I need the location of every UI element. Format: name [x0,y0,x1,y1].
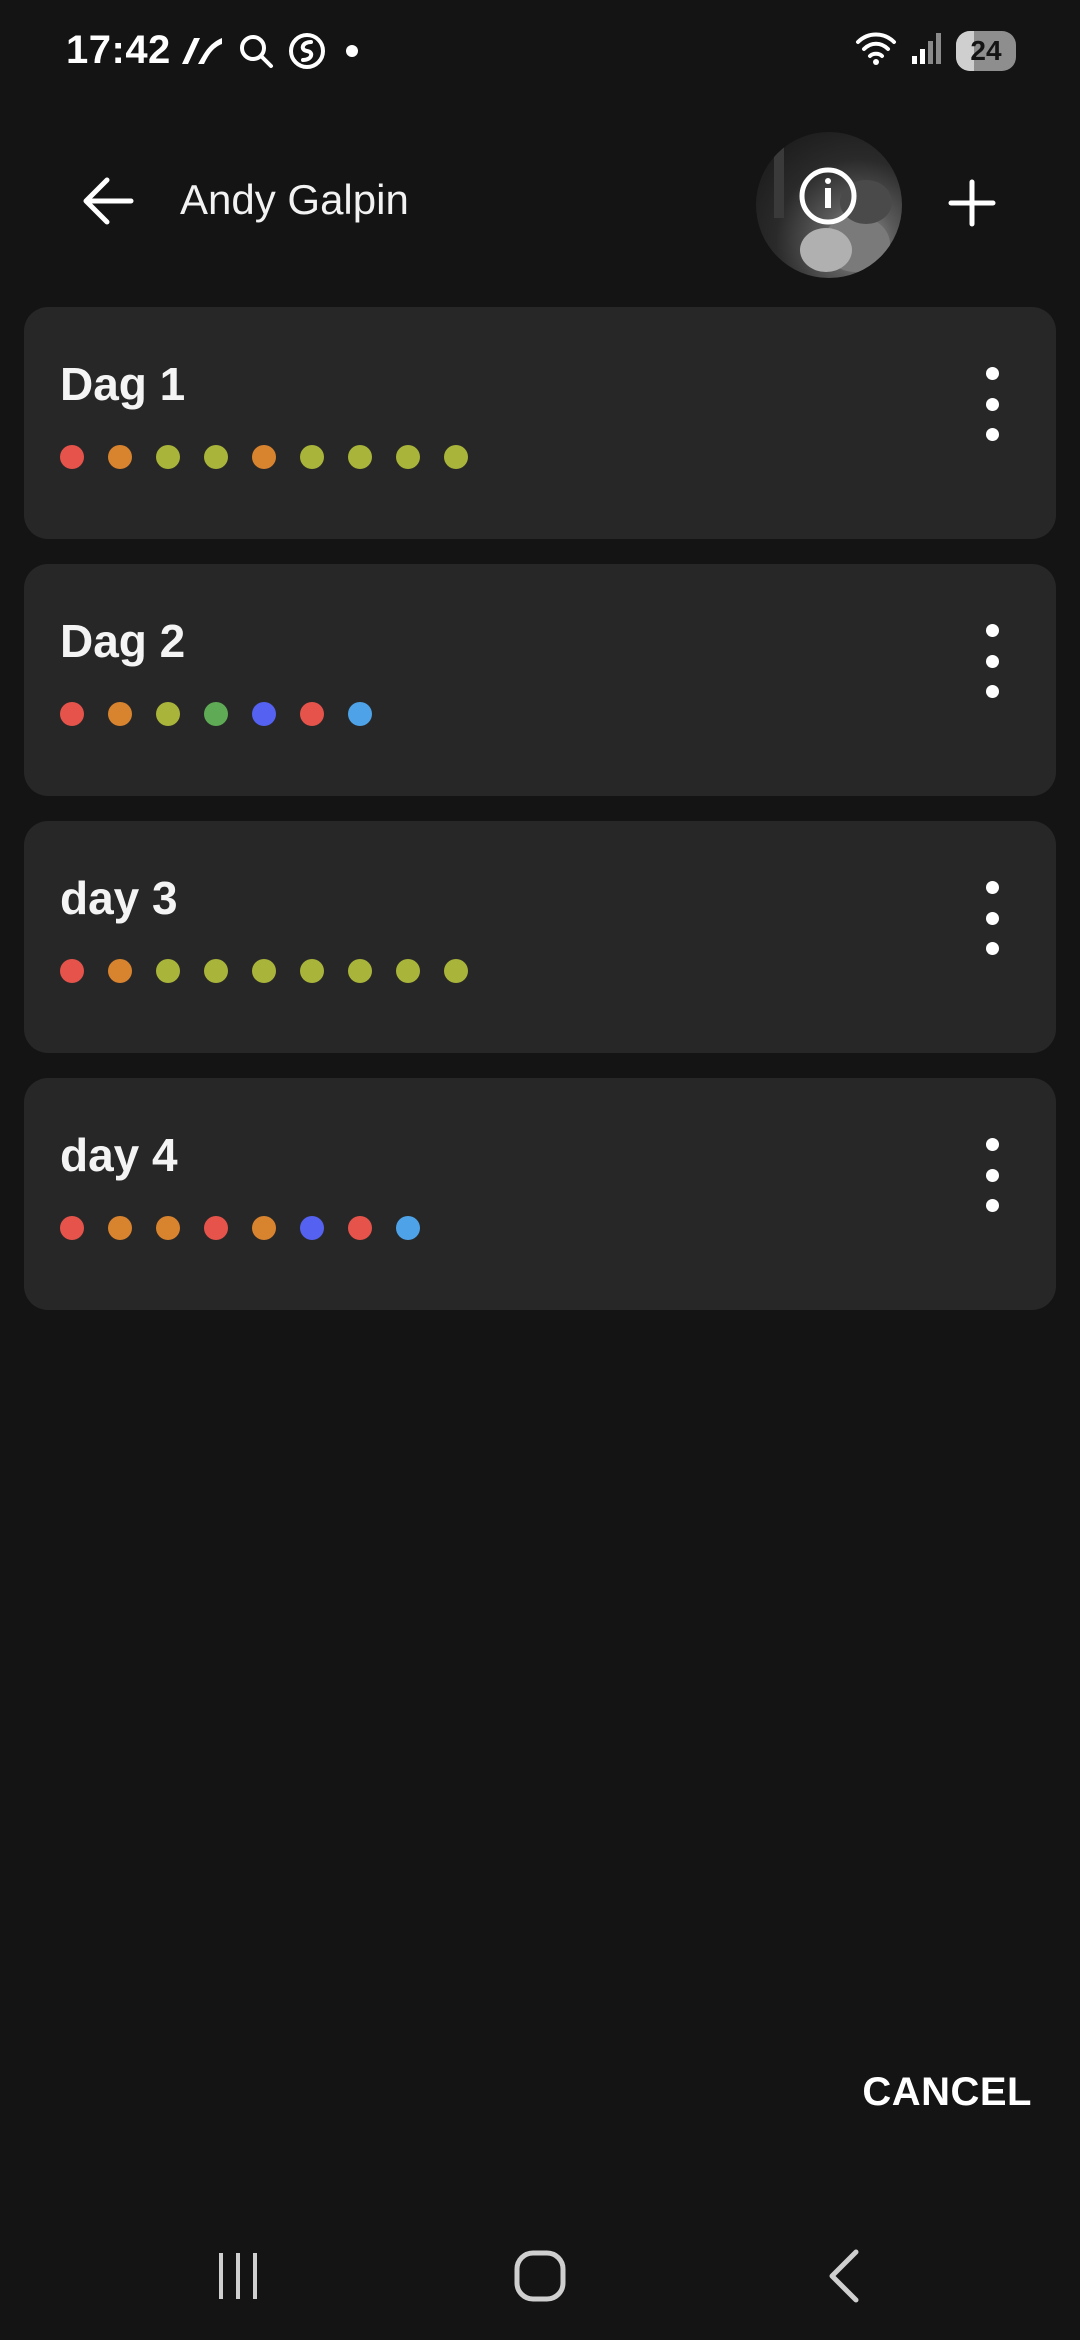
exercise-dot [60,1216,84,1240]
page-title: Andy Galpin [180,176,409,223]
exercise-dot [156,959,180,983]
exercise-dot [348,445,372,469]
more-options-button[interactable] [972,881,1012,955]
battery-level: 24 [970,34,1002,66]
battery-icon: 24 [956,30,1016,71]
notification-dot-icon [340,39,364,68]
more-options-button[interactable] [972,367,1012,441]
arrow-left-icon [81,174,135,233]
recents-button[interactable] [188,2238,288,2318]
exercise-dot [204,702,228,726]
exercise-dot [156,702,180,726]
exercise-dot [156,445,180,469]
exercise-dot [348,702,372,726]
exercise-dot [396,445,420,469]
recents-icon [213,2251,263,2306]
kebab-menu-icon [985,624,999,637]
workout-title: Dag 1 [60,358,186,410]
exercise-dots [60,702,372,726]
exercise-dot [204,445,228,469]
exercise-dot [348,959,372,983]
exercise-dot [60,959,84,983]
exercise-dot [300,959,324,983]
search-status-icon [238,33,274,74]
exercise-dot [300,702,324,726]
home-icon [513,2249,567,2308]
plus-icon [947,178,997,233]
exercise-dot [252,959,276,983]
avatar[interactable] [756,132,902,278]
exercise-dot [300,445,324,469]
exercise-dot [60,445,84,469]
exercise-dot [252,445,276,469]
exercise-dot [108,702,132,726]
kettlebell-photo [774,138,892,272]
exercise-dots [60,959,468,983]
status-icons-right: 24 [854,30,1016,71]
exercise-dot [300,1216,324,1240]
workout-title: day 4 [60,1129,178,1181]
exercise-dot [252,702,276,726]
exercise-dot [204,959,228,983]
system-nav-bar [0,2220,1080,2340]
status-icons-left [180,32,364,75]
exercise-dot [396,959,420,983]
wifi-icon [854,30,898,71]
exercise-dot [156,1216,180,1240]
status-time: 17:42 [66,28,171,72]
tidal-icon [180,34,224,73]
kebab-menu-icon [985,367,999,380]
exercise-dot [444,959,468,983]
workout-card[interactable]: day 4 [24,1078,1056,1310]
workout-card[interactable]: Dag 2 [24,564,1056,796]
kebab-menu-icon [985,881,999,894]
back-button[interactable] [70,165,146,241]
home-button[interactable] [490,2238,590,2318]
back-icon [824,2248,864,2309]
workout-title: day 3 [60,872,178,924]
exercise-dot [60,702,84,726]
add-button[interactable] [932,165,1012,245]
exercise-dot [444,445,468,469]
app-header: Andy Galpin [0,110,1080,290]
workout-card[interactable]: day 3 [24,821,1056,1053]
workout-card[interactable]: Dag 1 [24,307,1056,539]
workout-title: Dag 2 [60,615,186,667]
exercise-dot [252,1216,276,1240]
exercise-dots [60,1216,420,1240]
status-bar: 17:42 24 [0,0,1080,110]
exercise-dot [396,1216,420,1240]
nav-back-button[interactable] [794,2238,894,2318]
shazam-icon [288,32,326,75]
more-options-button[interactable] [972,1138,1012,1212]
exercise-dots [60,445,468,469]
cancel-button[interactable]: CANCEL [862,2070,1032,2115]
exercise-dot [348,1216,372,1240]
exercise-dot [204,1216,228,1240]
kebab-menu-icon [985,1138,999,1151]
exercise-dot [108,959,132,983]
exercise-dot [108,1216,132,1240]
exercise-dot [108,445,132,469]
more-options-button[interactable] [972,624,1012,698]
signal-icon [910,30,944,71]
